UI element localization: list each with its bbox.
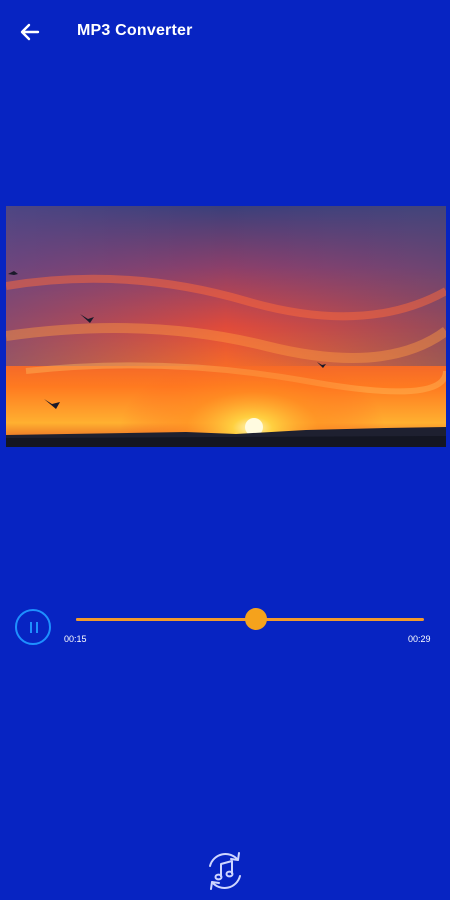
pause-icon-bar	[36, 622, 38, 633]
seek-progress	[76, 618, 256, 621]
arrow-left-icon	[20, 23, 40, 41]
convert-button[interactable]	[202, 848, 248, 894]
audio-player: 00:15 00:29	[0, 600, 450, 660]
pause-button[interactable]	[15, 609, 51, 645]
pause-icon	[30, 622, 32, 633]
back-button[interactable]	[14, 17, 46, 47]
music-convert-icon	[209, 852, 241, 890]
seek-thumb[interactable]	[244, 608, 267, 630]
page-title: MP3 Converter	[77, 22, 193, 39]
app-bar: MP3 Converter	[0, 0, 450, 64]
total-duration: 00:29	[408, 634, 431, 644]
video-preview[interactable]	[6, 206, 446, 447]
current-time: 00:15	[64, 634, 87, 644]
